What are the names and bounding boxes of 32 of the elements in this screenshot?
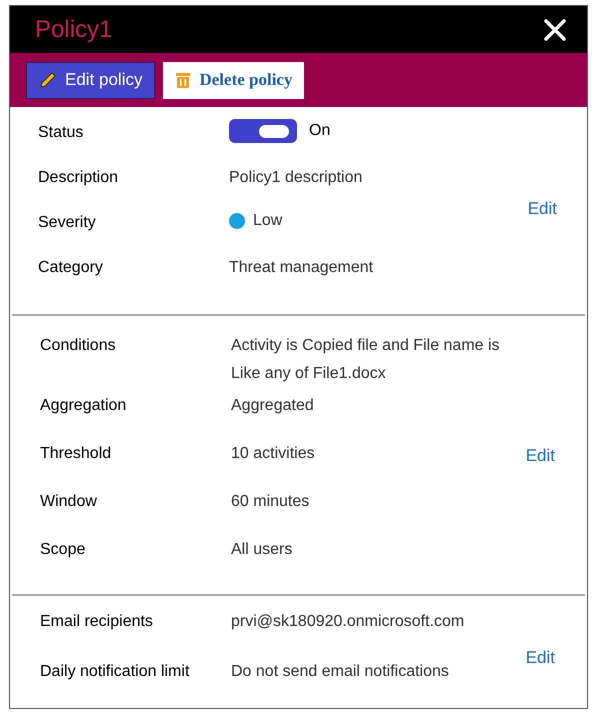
edit-link[interactable]: Edit (526, 443, 555, 469)
status-toggle[interactable] (229, 119, 297, 143)
field-value: Policy1 description (229, 169, 362, 186)
field-label: Scope (40, 540, 86, 560)
trash-icon (175, 72, 192, 89)
field-label: Daily notification limit (40, 662, 190, 682)
field-value: Low (253, 211, 282, 231)
field-value: Aggregated (231, 397, 314, 414)
field-value: Do not send email notifications (231, 663, 449, 680)
edit-link[interactable]: Edit (526, 645, 555, 671)
edit-link[interactable]: Edit (528, 196, 557, 222)
field-label: Status (38, 123, 84, 143)
field-label: Description (38, 168, 120, 188)
pencil-icon (39, 71, 57, 90)
field-label: Severity (38, 213, 97, 233)
field-label: Window (40, 492, 98, 512)
field-value: On (309, 121, 330, 141)
field-label: Conditions (40, 336, 117, 356)
field-label: Email recipients (40, 612, 154, 632)
field-value: prvi@sk180920.onmicrosoft.com (231, 613, 464, 630)
field-label: Aggregation (40, 396, 128, 416)
field-value: 10 activities (231, 445, 315, 462)
close-icon[interactable] (543, 18, 567, 42)
field-label: Category (38, 258, 104, 278)
field-value: 60 minutes (231, 493, 310, 510)
field-value: All users (231, 541, 292, 558)
window-title: Policy1 (35, 14, 112, 45)
edit-policy-button[interactable]: Edit policy (26, 62, 156, 99)
field-value: Activity is Copied file and File name is Like any of File1.docx (231, 337, 500, 382)
delete-policy-button[interactable]: Delete policy (163, 62, 304, 99)
field-label: Threshold (40, 444, 112, 464)
field-value: Threat management (229, 259, 374, 276)
